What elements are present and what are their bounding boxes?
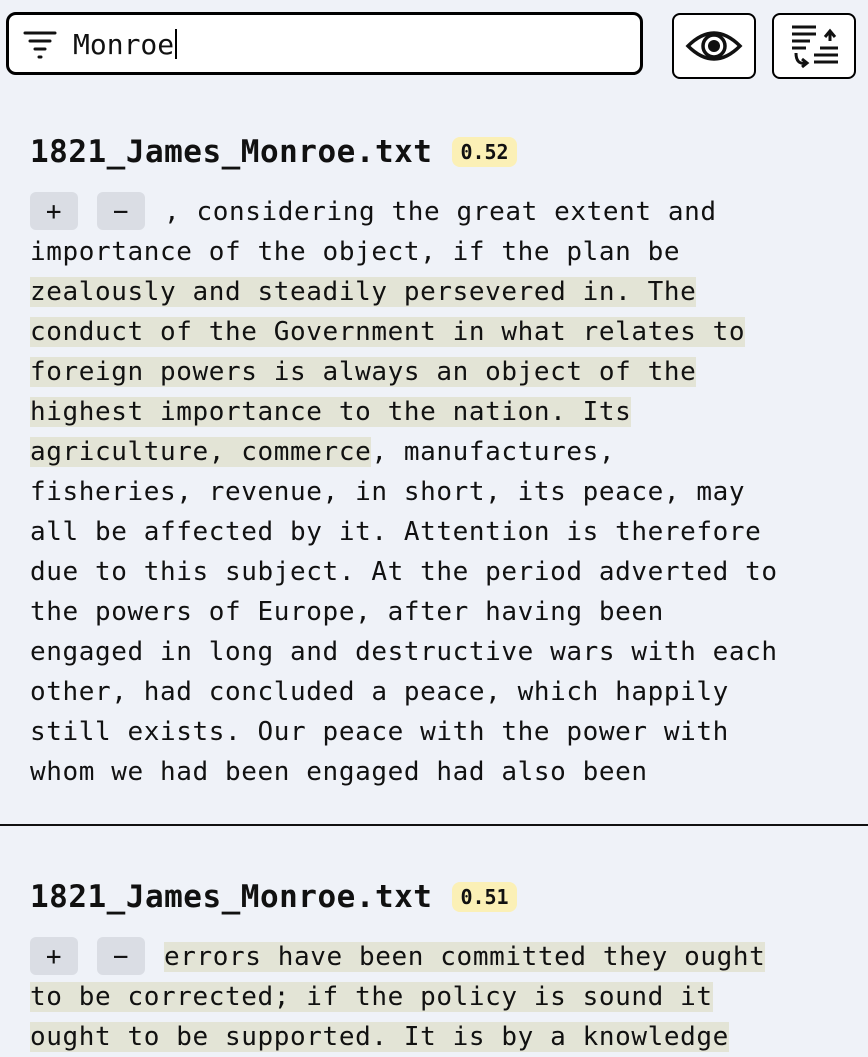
passage-line: fisheries, revenue, in short, its peace,… [30, 472, 840, 512]
score-badge: 0.51 [452, 882, 517, 912]
passage-line: the powers of Europe, after having been [30, 592, 840, 632]
expand-context-button[interactable]: + [30, 192, 78, 230]
collapse-context-button[interactable]: − [97, 937, 145, 975]
highlighted-text: foreign powers is always an object of th… [30, 357, 697, 387]
passage-text: other, had concluded a peace, which happ… [30, 677, 729, 707]
result-passage: + −, considering the great extent and impo… [30, 192, 840, 792]
collapse-context-button[interactable]: − [97, 192, 145, 230]
highlighted-text: zealously and steadily persevered in. Th… [30, 277, 697, 307]
highlighted-text: agriculture, commerce [30, 437, 372, 467]
passage-text: engaged in long and destructive wars wit… [30, 637, 778, 667]
expand-context-button[interactable]: + [30, 937, 78, 975]
result-filename[interactable]: 1821_James_Monroe.txt [30, 879, 432, 915]
passage-text: all be affected by it. Attention is ther… [30, 517, 762, 547]
sort-swap-icon [792, 25, 838, 69]
passage-line: ought to be supported. It is by a knowle… [30, 1017, 840, 1057]
passage-line: conduct of the Government in what relate… [30, 312, 840, 352]
passage-line: whom we had been engaged had also been [30, 752, 840, 792]
passage-line: + −, considering the great extent and [30, 192, 840, 232]
highlighted-text: errors have been committed they ought [164, 942, 766, 972]
toggle-visibility-button[interactable] [672, 13, 756, 79]
toolbar: Monroe [0, 0, 868, 90]
passage-line: still exists. Our peace with the power w… [30, 712, 840, 752]
passage-line: + − errors have been committed they ought [30, 937, 840, 977]
search-value: Monroe [73, 28, 175, 61]
passage-text: whom we had been engaged had also been [30, 757, 648, 787]
passage-text: importance of the object, if the plan be [30, 237, 681, 267]
highlighted-text: ought to be supported. It is by a knowle… [30, 1022, 729, 1052]
text-caret [175, 29, 178, 59]
passage-line: foreign powers is always an object of th… [30, 352, 840, 392]
highlighted-text: conduct of the Government in what relate… [30, 317, 746, 347]
passage-line: all be affected by it. Attention is ther… [30, 512, 840, 552]
passage-text: , considering the great extent and [164, 197, 717, 227]
passage-text: still exists. Our peace with the power w… [30, 717, 729, 747]
result-divider [0, 824, 868, 826]
passage-text: fisheries, revenue, in short, its peace,… [30, 477, 746, 507]
score-badge: 0.52 [452, 137, 517, 167]
passage-line: zealously and steadily persevered in. Th… [30, 272, 840, 312]
passage-line: highest importance to the nation. Its [30, 392, 840, 432]
eye-icon [685, 31, 743, 61]
passage-text: , manufactures, [371, 437, 616, 467]
highlighted-text: to be corrected; if the policy is sound … [30, 982, 713, 1012]
passage-line: agriculture, commerce, manufactures, [30, 432, 840, 472]
passage-line: other, had concluded a peace, which happ… [30, 672, 840, 712]
sort-button[interactable] [772, 13, 856, 79]
passage-line: importance of the object, if the plan be [30, 232, 840, 272]
highlighted-text: highest importance to the nation. Its [30, 397, 632, 427]
passage-text: due to this subject. At the period adver… [30, 557, 778, 587]
search-input[interactable]: Monroe [6, 12, 643, 75]
filter-icon [23, 31, 57, 59]
passage-line: due to this subject. At the period adver… [30, 552, 840, 592]
passage-line: to be corrected; if the policy is sound … [30, 977, 840, 1017]
result-passage: + − errors have been committed they ought t… [30, 937, 840, 1057]
passage-line: engaged in long and destructive wars wit… [30, 632, 840, 672]
passage-text: the powers of Europe, after having been [30, 597, 664, 627]
result-filename[interactable]: 1821_James_Monroe.txt [30, 134, 432, 170]
